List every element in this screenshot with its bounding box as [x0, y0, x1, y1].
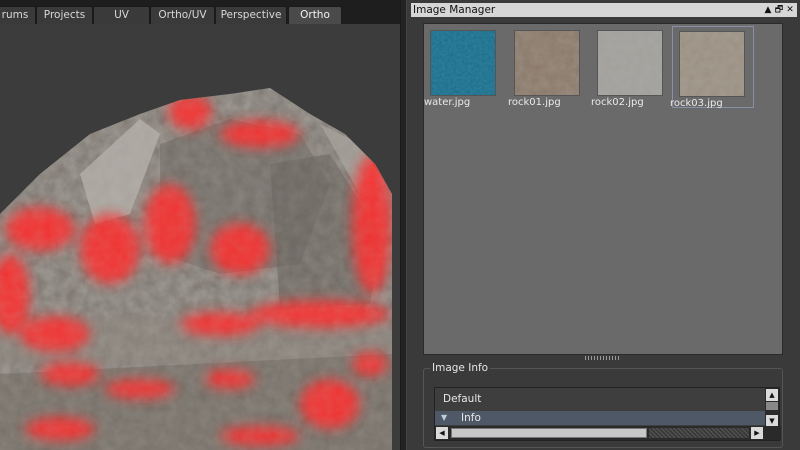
viewport-pane: rums Projects UV Ortho/UV Perspective Or… [0, 0, 400, 450]
tab-projects[interactable]: Projects [36, 6, 93, 24]
image-thumb-rock01[interactable]: rock01.jpg [508, 26, 580, 108]
rock-texture-icon [514, 30, 580, 96]
image-label: rock02.jpg [591, 97, 644, 108]
image-manager-title: Image Manager [413, 4, 496, 16]
tree-item-default[interactable]: Default [443, 392, 481, 406]
pin-icon[interactable]: ▲ [763, 3, 773, 17]
image-manager-titlebar[interactable]: Image Manager ▲ 🗗 ✕ [411, 3, 797, 17]
rock-texture-icon [679, 31, 745, 97]
water-texture-icon [430, 30, 496, 96]
restore-icon[interactable]: 🗗 [774, 3, 784, 17]
tree-item-info[interactable]: ▼ Info [435, 411, 767, 425]
tab-ortho[interactable]: Ortho [288, 6, 342, 24]
image-label: rock03.jpg [670, 98, 723, 109]
image-info-tree[interactable]: Default ▼ Info ▲ ▼ ◀ ▶ [434, 387, 781, 441]
image-manager-panel: Image Manager ▲ 🗗 ✕ water.jpg rock01.jpg… [407, 0, 800, 450]
close-icon[interactable]: ✕ [785, 3, 795, 17]
rock-texture-icon [597, 30, 663, 96]
image-list[interactable]: water.jpg rock01.jpg rock02.jpg rock03.j… [423, 23, 783, 355]
tab-perspective[interactable]: Perspective [215, 6, 287, 24]
image-thumb-rock03[interactable]: rock03.jpg [670, 26, 754, 109]
image-label: rock01.jpg [508, 97, 561, 108]
horizontal-scroll-track [649, 428, 749, 438]
expand-triangle-icon[interactable]: ▼ [441, 411, 447, 425]
tab-rums[interactable]: rums [0, 6, 36, 24]
scroll-up-icon[interactable]: ▲ [766, 389, 778, 401]
pane-splitter[interactable] [400, 0, 407, 450]
image-thumb-water[interactable]: water.jpg [424, 26, 496, 108]
terrain-render [0, 24, 400, 450]
resize-grip[interactable] [585, 356, 621, 360]
image-info-group: Image Info Default ▼ Info ▲ ▼ ◀ ▶ [423, 362, 783, 448]
vertical-scrollbar[interactable]: ▲ ▼ [765, 388, 779, 428]
tab-ortho-uv[interactable]: Ortho/UV [150, 6, 215, 24]
tab-uv[interactable]: UV [93, 6, 150, 24]
vertical-scroll-thumb[interactable] [766, 402, 778, 410]
scroll-left-icon[interactable]: ◀ [436, 427, 448, 439]
horizontal-scroll-thumb[interactable] [451, 428, 647, 438]
image-info-title: Image Info [430, 362, 491, 374]
tree-item-info-label: Info [461, 412, 481, 424]
viewport-tabbar: rums Projects UV Ortho/UV Perspective Or… [0, 0, 400, 24]
scroll-right-icon[interactable]: ▶ [751, 427, 763, 439]
horizontal-scrollbar[interactable]: ◀ ▶ [435, 426, 781, 440]
image-label: water.jpg [424, 97, 471, 108]
3d-viewport[interactable] [0, 24, 400, 450]
image-thumb-rock02[interactable]: rock02.jpg [591, 26, 663, 108]
window-buttons: ▲ 🗗 ✕ [763, 3, 795, 17]
